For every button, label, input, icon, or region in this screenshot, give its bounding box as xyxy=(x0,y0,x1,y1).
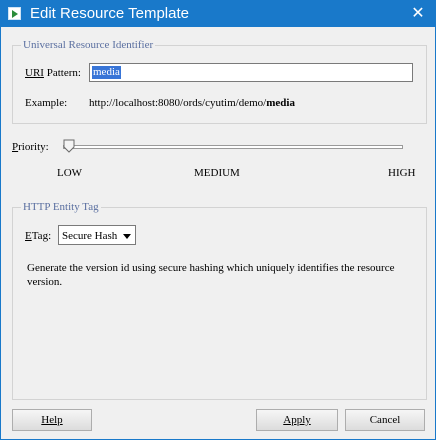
play-icon xyxy=(8,7,21,20)
etag-select[interactable]: Secure Hash xyxy=(58,225,136,245)
priority-tick-low: LOW xyxy=(57,167,83,179)
example-url: http://localhost:8080/ords/cyutim/demo/m… xyxy=(89,97,295,109)
etag-select-value: Secure Hash xyxy=(62,230,118,242)
priority-tick-medium: MEDIUM xyxy=(194,167,240,179)
dialog-window: Edit Resource Template ✕ Universal Resou… xyxy=(0,0,436,440)
uri-pattern-input[interactable]: media xyxy=(89,63,413,82)
apply-button[interactable]: Apply xyxy=(256,409,338,431)
uri-group: Universal Resource Identifier xyxy=(12,38,427,124)
example-label: Example: xyxy=(25,97,68,109)
priority-slider-thumb[interactable] xyxy=(63,139,75,153)
uri-group-title: Universal Resource Identifier xyxy=(21,38,156,52)
help-button[interactable]: Help xyxy=(12,409,92,431)
uri-pattern-label: URI Pattern: xyxy=(25,67,81,79)
priority-tick-high: HIGH xyxy=(388,167,416,179)
etag-group-title: HTTP Entity Tag xyxy=(21,200,101,214)
uri-pattern-value: media xyxy=(92,66,121,79)
close-icon[interactable]: ✕ xyxy=(401,1,435,27)
priority-label: Priority: xyxy=(12,141,49,153)
cancel-button[interactable]: Cancel xyxy=(345,409,425,431)
chevron-down-icon xyxy=(123,234,131,239)
priority-slider-track[interactable] xyxy=(63,145,403,149)
etag-description: Generate the version id using secure has… xyxy=(27,262,395,288)
window-title: Edit Resource Template xyxy=(30,5,189,22)
title-bar[interactable]: Edit Resource Template ✕ xyxy=(1,1,435,27)
etag-label: ETag: xyxy=(25,230,52,242)
